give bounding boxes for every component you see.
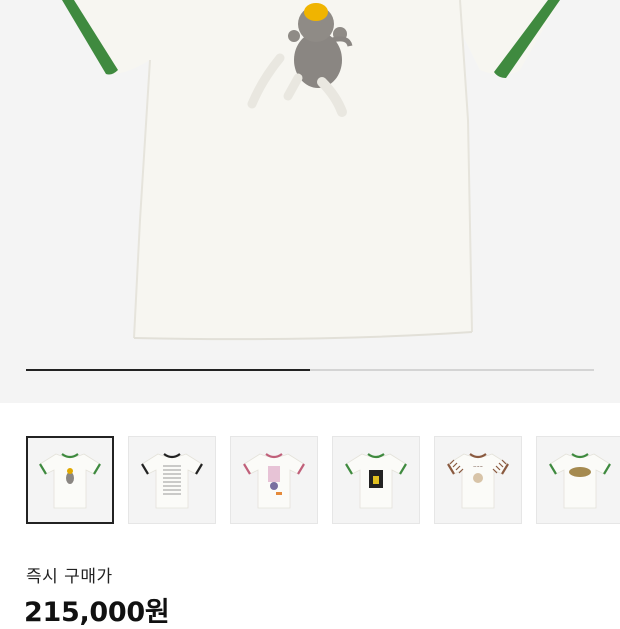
gallery-progress-bar — [26, 369, 594, 371]
thumb-green-ringer-monkey[interactable] — [26, 436, 114, 524]
tshirt-icon — [549, 453, 611, 509]
instant-buy-price: 215,000원 — [24, 597, 170, 628]
product-image — [62, 0, 560, 341]
thumb-pink-ringer-figure[interactable] — [230, 436, 318, 524]
thumb-green-ringer-oval[interactable] — [536, 436, 620, 524]
tshirt-icon — [39, 453, 101, 509]
tshirt-icon: ~~~ — [447, 453, 509, 509]
product-image-gallery[interactable] — [0, 0, 620, 403]
thumb-black-ringer-text[interactable] — [128, 436, 216, 524]
tshirt-icon — [141, 453, 203, 509]
tshirt-icon — [345, 453, 407, 509]
thumb-green-ringer-photo[interactable] — [332, 436, 420, 524]
svg-text:~~~: ~~~ — [473, 464, 483, 469]
thumb-brown-ringer-striped[interactable]: ~~~ — [434, 436, 522, 524]
thumbnail-strip[interactable]: ~~~ — [26, 436, 620, 524]
gallery-progress-fill — [26, 369, 310, 371]
instant-buy-price-label: 즉시 구매가 — [26, 567, 113, 587]
tshirt-icon — [243, 453, 305, 509]
